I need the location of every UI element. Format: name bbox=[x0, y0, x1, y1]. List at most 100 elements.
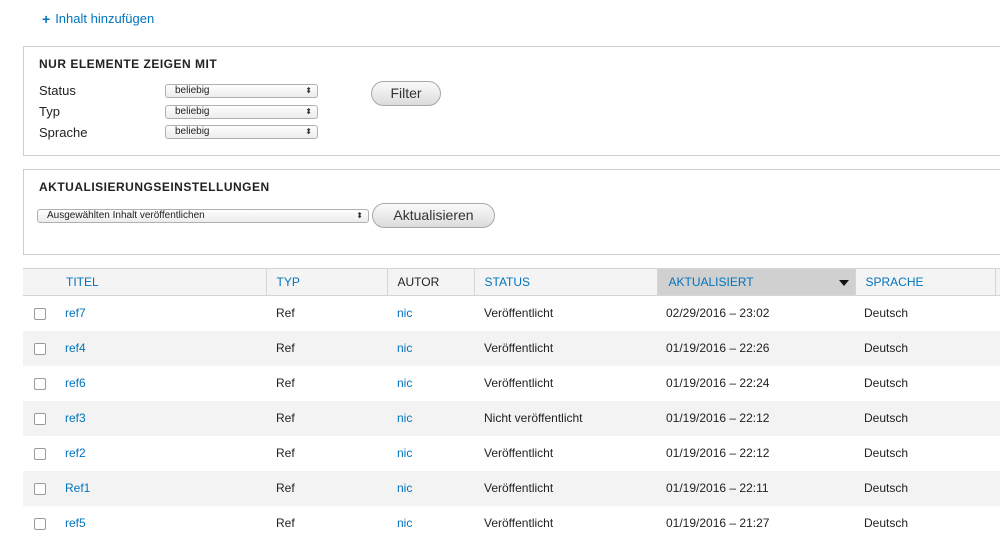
add-content-label: Inhalt hinzufügen bbox=[55, 11, 155, 26]
select-arrows-icon: ⬍ bbox=[305, 127, 312, 136]
row-type-cell: Ref bbox=[266, 295, 387, 331]
row-status-cell: Veröffentlicht bbox=[474, 435, 657, 471]
row-author-link[interactable]: nic bbox=[387, 341, 412, 355]
row-checkbox[interactable] bbox=[34, 517, 46, 530]
row-author-cell: nic bbox=[387, 470, 474, 506]
row-author-link[interactable]: nic bbox=[387, 306, 412, 320]
row-updated: 01/19/2016 – 22:26 bbox=[666, 341, 770, 355]
column-header-author: AUTOR bbox=[387, 268, 475, 296]
row-language: Deutsch bbox=[864, 516, 909, 530]
row-operations-cell bbox=[995, 295, 1000, 331]
row-author-cell: nic bbox=[387, 435, 474, 471]
row-status-cell: Veröffentlicht bbox=[474, 505, 657, 541]
row-language-cell: Deutsch bbox=[855, 400, 995, 436]
status-filter-label: Status bbox=[39, 83, 76, 98]
row-updated: 01/19/2016 – 22:11 bbox=[666, 481, 769, 495]
row-title-cell: ref3 bbox=[55, 400, 266, 436]
row-checkbox[interactable] bbox=[34, 342, 46, 355]
row-checkbox[interactable] bbox=[34, 482, 46, 495]
row-language: Deutsch bbox=[864, 306, 909, 321]
table-header-row: TITEL TYP AUTOR STATUS AKTUALISIERT SPRA… bbox=[23, 268, 1000, 296]
status-filter-select[interactable]: beliebig ⬍ bbox=[165, 84, 318, 98]
row-operations-cell bbox=[995, 400, 1000, 436]
row-title-link[interactable]: ref7 bbox=[55, 306, 86, 320]
table-row: ref4 Ref nic Veröffentlicht 01/19/2016 – 22:… bbox=[23, 330, 1000, 366]
select-arrows-icon: ⬍ bbox=[356, 211, 363, 220]
row-title-link[interactable]: ref4 bbox=[55, 341, 86, 355]
row-operations-cell bbox=[995, 505, 1000, 541]
table-row: ref6 Ref nic Veröffentlicht 01/19/2016 – 22:… bbox=[23, 365, 1000, 401]
row-language-cell: Deutsch bbox=[855, 505, 995, 541]
row-title-cell: ref6 bbox=[55, 365, 266, 401]
row-type: Ref bbox=[276, 481, 295, 495]
row-checkbox[interactable] bbox=[34, 447, 46, 460]
row-author-cell: nic bbox=[387, 505, 474, 541]
add-content-link[interactable]: + Inhalt hinzufügen bbox=[42, 11, 154, 26]
row-type-cell: Ref bbox=[266, 435, 387, 471]
row-updated-cell: 01/19/2016 – 22:11 bbox=[657, 470, 855, 506]
column-header-title[interactable]: TITEL bbox=[55, 268, 267, 296]
row-author-link[interactable]: nic bbox=[387, 411, 412, 425]
row-updated: 01/19/2016 – 22:24 bbox=[666, 376, 770, 390]
row-checkbox-cell bbox=[23, 295, 55, 331]
row-author-link[interactable]: nic bbox=[387, 376, 412, 390]
row-checkbox[interactable] bbox=[34, 412, 46, 425]
row-operations-cell bbox=[995, 470, 1000, 506]
filter-fieldset: NUR ELEMENTE ZEIGEN MIT Status beliebig … bbox=[23, 46, 1000, 156]
row-author-link[interactable]: nic bbox=[387, 516, 412, 530]
status-filter-value: beliebig bbox=[175, 85, 210, 96]
row-type: Ref bbox=[276, 341, 295, 355]
column-header-type[interactable]: TYP bbox=[266, 268, 388, 296]
language-filter-select[interactable]: beliebig ⬍ bbox=[165, 125, 318, 139]
row-checkbox-cell bbox=[23, 435, 55, 471]
row-language: Deutsch bbox=[864, 446, 909, 460]
row-title-link[interactable]: Ref1 bbox=[55, 481, 90, 495]
row-updated: 01/19/2016 – 21:27 bbox=[666, 516, 770, 530]
row-status: Veröffentlicht bbox=[484, 341, 554, 355]
row-checkbox[interactable] bbox=[34, 308, 46, 321]
row-status: Veröffentlicht bbox=[484, 446, 554, 460]
row-title-link[interactable]: ref2 bbox=[55, 446, 86, 460]
row-updated-cell: 01/19/2016 – 21:27 bbox=[657, 505, 855, 541]
row-type: Ref bbox=[276, 516, 295, 530]
row-status-cell: Nicht veröffentlicht bbox=[474, 400, 657, 436]
row-title-cell: ref5 bbox=[55, 505, 266, 541]
column-header-operations bbox=[995, 268, 1000, 296]
table-row: ref5 Ref nic Veröffentlicht 01/19/2016 – 21:… bbox=[23, 505, 1000, 541]
column-header-status[interactable]: STATUS bbox=[474, 268, 658, 296]
plus-icon: + bbox=[42, 10, 51, 27]
row-title-link[interactable]: ref6 bbox=[55, 376, 86, 390]
row-updated-cell: 01/19/2016 – 22:12 bbox=[657, 400, 855, 436]
select-all-header bbox=[23, 268, 55, 296]
row-type-cell: Ref bbox=[266, 505, 387, 541]
row-checkbox[interactable] bbox=[34, 377, 46, 390]
column-header-language[interactable]: SPRACHE bbox=[855, 268, 996, 296]
row-author-cell: nic bbox=[387, 330, 474, 366]
row-title-cell: ref7 bbox=[55, 295, 266, 331]
row-title-link[interactable]: ref3 bbox=[55, 411, 86, 425]
row-language-cell: Deutsch bbox=[855, 435, 995, 471]
row-language-cell: Deutsch bbox=[855, 295, 995, 331]
row-language-cell: Deutsch bbox=[855, 470, 995, 506]
type-filter-select[interactable]: beliebig ⬍ bbox=[165, 105, 318, 119]
sort-descending-icon bbox=[838, 279, 849, 286]
row-updated: 01/19/2016 – 22:12 bbox=[666, 411, 770, 425]
filter-legend: NUR ELEMENTE ZEIGEN MIT bbox=[39, 57, 218, 71]
update-action-select[interactable]: Ausgewählten Inhalt veröffentlichen ⬍ bbox=[37, 209, 369, 223]
row-title-link[interactable]: ref5 bbox=[55, 516, 86, 530]
row-operations-cell bbox=[995, 330, 1000, 366]
update-button[interactable]: Aktualisieren bbox=[372, 203, 495, 228]
row-updated-cell: 01/19/2016 – 22:12 bbox=[657, 435, 855, 471]
select-arrows-icon: ⬍ bbox=[305, 107, 312, 116]
table-row: ref2 Ref nic Veröffentlicht 01/19/2016 – 22:… bbox=[23, 435, 1000, 471]
row-updated: 01/19/2016 – 22:12 bbox=[666, 446, 770, 460]
row-author-link[interactable]: nic bbox=[387, 446, 412, 460]
column-header-updated[interactable]: AKTUALISIERT bbox=[657, 268, 856, 296]
filter-button[interactable]: Filter bbox=[371, 81, 441, 106]
row-operations-cell bbox=[995, 365, 1000, 401]
content-table: TITEL TYP AUTOR STATUS AKTUALISIERT SPRA… bbox=[23, 268, 1000, 541]
row-status: Veröffentlicht bbox=[484, 376, 554, 390]
row-status: Nicht veröffentlicht bbox=[484, 411, 583, 425]
row-author-link[interactable]: nic bbox=[387, 481, 412, 495]
row-title-cell: ref4 bbox=[55, 330, 266, 366]
